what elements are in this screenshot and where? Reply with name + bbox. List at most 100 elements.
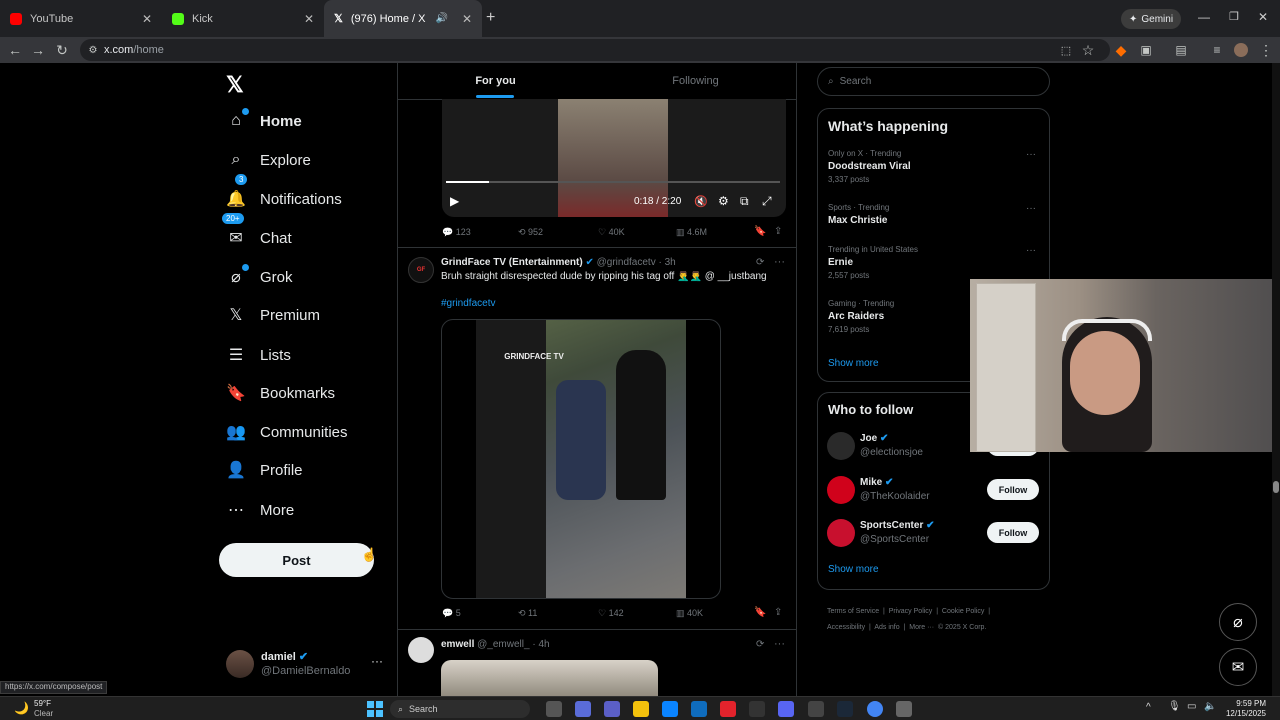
tab-following[interactable]: Following: [598, 63, 793, 99]
trend-item[interactable]: Trending in United States Ernie 2,557 post…: [828, 245, 1038, 280]
task-view-icon[interactable]: [546, 701, 562, 717]
reply-button[interactable]: 💬 123: [442, 227, 471, 238]
grok-icon[interactable]: ⟳: [756, 639, 764, 650]
app-icon[interactable]: [808, 701, 824, 717]
more-dots-icon[interactable]: ···: [1026, 245, 1036, 256]
puzzle-icon[interactable]: ▣: [1136, 40, 1156, 60]
share-icon[interactable]: ⇪: [774, 226, 782, 237]
video-progress-track[interactable]: [446, 181, 780, 183]
views-button[interactable]: ▥ 40K: [676, 608, 703, 619]
nav-item-more[interactable]: ⋯ More: [226, 492, 294, 528]
teams-icon[interactable]: [604, 701, 620, 717]
show-more-link[interactable]: Show more: [828, 564, 879, 575]
play-icon[interactable]: ▶: [450, 194, 459, 208]
hashtag-link[interactable]: #grindfacetv: [441, 298, 495, 309]
search-input[interactable]: ⌕ Search: [817, 67, 1050, 96]
messages-fab-icon[interactable]: ✉: [1219, 648, 1257, 686]
weather-widget[interactable]: 59°F Clear: [34, 699, 53, 719]
new-tab-icon[interactable]: +: [486, 9, 495, 27]
taskbar-search[interactable]: ⌕ Search: [390, 700, 530, 718]
trend-item[interactable]: Only on X · Trending Doodstream Viral 3,33…: [828, 149, 1038, 184]
close-icon[interactable]: ✕: [304, 12, 314, 26]
copilot-icon[interactable]: [575, 701, 591, 717]
footer-link[interactable]: More ···: [909, 624, 934, 631]
settings-icon[interactable]: ⚙: [718, 194, 729, 208]
volume-icon[interactable]: 🔈: [1204, 701, 1216, 712]
more-dots-icon[interactable]: ···: [774, 256, 785, 268]
outlook-icon[interactable]: [691, 701, 707, 717]
video-player[interactable]: ▶ 0:18 / 2:20 🔇 ⚙ ⧉ ⤢: [442, 99, 786, 217]
footer-link[interactable]: Privacy Policy: [889, 608, 933, 615]
forward-icon[interactable]: →: [28, 40, 48, 60]
bookmark-icon[interactable]: 🔖: [754, 226, 766, 237]
nav-item-bookmarks[interactable]: 🔖 Bookmarks: [226, 375, 335, 411]
grok-fab-icon[interactable]: ⌀: [1219, 603, 1257, 641]
address-bar[interactable]: x.com/home: [80, 39, 1110, 61]
bookmark-icon[interactable]: 🔖: [754, 607, 766, 618]
avatar[interactable]: GF: [408, 257, 434, 283]
footer-link[interactable]: Ads info: [874, 624, 899, 631]
tab-for-you[interactable]: For you: [398, 63, 593, 99]
account-switcher[interactable]: damiel ✔ @DamielBernaldo ···: [226, 648, 386, 682]
nav-item-grok[interactable]: ⌀ Grok: [226, 259, 293, 295]
install-icon[interactable]: ⬚: [1056, 40, 1076, 60]
scrollbar-thumb[interactable]: [1273, 481, 1279, 493]
nav-item-home[interactable]: ⌂ Home: [226, 103, 302, 139]
tab-kick[interactable]: Kick ✕: [162, 0, 324, 37]
start-icon[interactable]: [367, 701, 383, 717]
show-more-link[interactable]: Show more: [828, 358, 879, 369]
views-button[interactable]: ▥ 4.6M: [676, 227, 707, 238]
fullscreen-icon[interactable]: ⤢: [762, 194, 772, 209]
trend-item[interactable]: Sports · Trending Max Christie ···: [828, 203, 1038, 229]
app-icon[interactable]: [896, 701, 912, 717]
author-name[interactable]: GrindFace TV (Entertainment): [441, 257, 583, 268]
chrome-icon[interactable]: [867, 701, 883, 717]
author-name[interactable]: emwell: [441, 639, 474, 650]
store-icon[interactable]: [662, 701, 678, 717]
network-icon[interactable]: ▭: [1187, 701, 1196, 712]
footer-link[interactable]: Terms of Service: [827, 608, 879, 615]
clock[interactable]: 9:59 PM 12/15/2025: [1224, 699, 1266, 719]
nav-item-premium[interactable]: 𝕏 Premium: [226, 297, 320, 333]
share-icon[interactable]: ⇪: [774, 607, 782, 618]
nav-item-profile[interactable]: 👤 Profile: [226, 452, 303, 488]
nav-item-lists[interactable]: ☰ Lists: [226, 337, 291, 373]
like-button[interactable]: ♡ 142: [598, 608, 624, 619]
side-panel-icon[interactable]: ▤: [1171, 40, 1191, 60]
more-dots-icon[interactable]: ···: [1026, 203, 1036, 214]
pip-icon[interactable]: ⧉: [740, 194, 749, 209]
follow-button[interactable]: Follow: [987, 522, 1039, 543]
site-info-icon[interactable]: ⚙: [83, 40, 103, 60]
nav-item-notifications[interactable]: 🔔 3 Notifications: [226, 174, 342, 217]
discord-icon[interactable]: [778, 701, 794, 717]
nzxt-icon[interactable]: [749, 701, 765, 717]
nav-item-explore[interactable]: ⌕ Explore: [226, 142, 311, 178]
explorer-icon[interactable]: [633, 701, 649, 717]
post-button[interactable]: Post: [219, 543, 374, 577]
restore-icon[interactable]: ❐: [1229, 10, 1239, 23]
bookmark-star-icon[interactable]: ☆: [1078, 40, 1098, 60]
tab-youtube[interactable]: YouTube ✕: [0, 0, 162, 37]
gemini-button[interactable]: ✦ Gemini: [1121, 9, 1182, 29]
scrollbar[interactable]: [1272, 63, 1280, 696]
mute-icon[interactable]: 🔇: [694, 195, 708, 208]
tab-x-home[interactable]: 𝕏 (976) Home / X 🔊 ✕: [324, 0, 482, 37]
back-icon[interactable]: ←: [5, 40, 25, 60]
footer-link[interactable]: Accessibility: [827, 624, 865, 631]
speaker-icon[interactable]: 🔊: [435, 13, 447, 24]
app-icon[interactable]: [720, 701, 736, 717]
extension-icon[interactable]: ◆: [1111, 40, 1131, 60]
window-close-icon[interactable]: ✕: [1258, 10, 1268, 24]
repost-button[interactable]: ⟲ 11: [518, 608, 537, 619]
nav-item-communities[interactable]: 👥 Communities: [226, 414, 348, 450]
grok-icon[interactable]: ⟳: [756, 257, 764, 268]
footer-link[interactable]: Cookie Policy: [942, 608, 984, 615]
more-dots-icon[interactable]: ···: [371, 654, 383, 668]
repost-button[interactable]: ⟲ 952: [518, 227, 543, 238]
more-dots-icon[interactable]: ···: [1026, 149, 1036, 160]
close-icon[interactable]: ✕: [462, 12, 472, 26]
steam-icon[interactable]: [837, 701, 853, 717]
post-image[interactable]: [441, 660, 658, 700]
like-button[interactable]: ♡ 40K: [598, 227, 625, 238]
nav-item-chat[interactable]: ✉ 20+ Chat: [222, 213, 292, 256]
